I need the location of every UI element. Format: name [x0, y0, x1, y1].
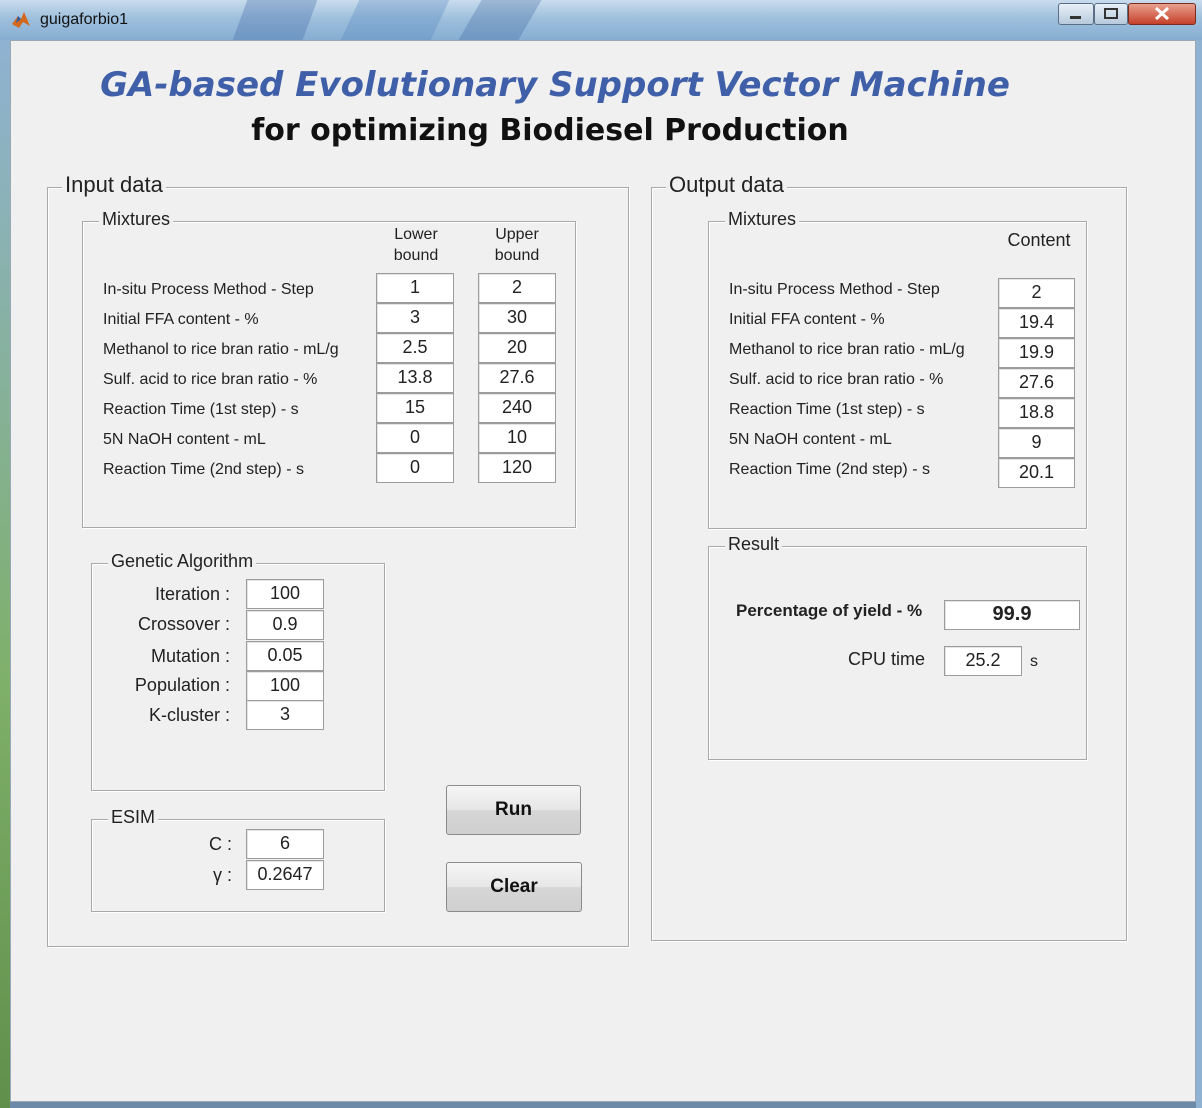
- close-icon: [1154, 6, 1170, 21]
- lower-bound-field[interactable]: 0: [376, 453, 454, 483]
- esim-group: ESIM: [91, 807, 385, 912]
- cpu-time-label: CPU time: [848, 649, 926, 669]
- crossover-field[interactable]: 0.9: [246, 610, 324, 640]
- minimize-icon: [1070, 16, 1081, 19]
- input-mixture-label: Sulf. acid to rice bran ratio - %: [103, 371, 318, 388]
- content-field[interactable]: 19.9: [998, 338, 1075, 368]
- upper-bound-field[interactable]: 240: [478, 393, 556, 423]
- titlebar-glass-decoration: [232, 0, 318, 40]
- titlebar-glass-decoration: [458, 0, 542, 40]
- yield-field[interactable]: 99.9: [944, 600, 1080, 630]
- content-header: Content: [1007, 230, 1071, 250]
- title-bar[interactable]: guigaforbio1: [0, 0, 1202, 40]
- content-field[interactable]: 19.4: [998, 308, 1075, 338]
- output-mixture-label: Reaction Time (1st step) - s: [729, 401, 925, 418]
- upper-bound-field[interactable]: 20: [478, 333, 556, 363]
- lower-bound-field[interactable]: 0: [376, 423, 454, 453]
- upper-bound-field[interactable]: 10: [478, 423, 556, 453]
- output-mixture-label: Reaction Time (2nd step) - s: [729, 461, 930, 478]
- population-label: Population :: [134, 675, 230, 695]
- maximize-icon: [1104, 8, 1118, 19]
- esim-title: ESIM: [108, 807, 159, 828]
- iteration-label: Iteration :: [154, 584, 230, 604]
- input-mixture-label: Reaction Time (2nd step) - s: [103, 461, 304, 478]
- clear-button[interactable]: Clear: [446, 862, 582, 912]
- window-title: guigaforbio1: [40, 11, 129, 28]
- lower-bound-field[interactable]: 15: [376, 393, 454, 423]
- yield-label: Percentage of yield - %: [736, 601, 923, 620]
- input-mixture-label: In-situ Process Method - Step: [103, 281, 314, 298]
- cpu-time-unit: s: [1030, 653, 1038, 670]
- output-mixture-label: Methanol to rice bran ratio - mL/g: [729, 341, 965, 358]
- close-button[interactable]: [1128, 3, 1196, 25]
- c-parameter-label: C :: [208, 834, 232, 854]
- mutation-label: Mutation :: [150, 646, 230, 666]
- upper-bound-field[interactable]: 2: [478, 273, 556, 303]
- matlab-icon: [12, 12, 30, 28]
- mutation-field[interactable]: 0.05: [246, 641, 324, 671]
- input-mixture-label: Initial FFA content - %: [103, 311, 259, 328]
- gamma-parameter-field[interactable]: 0.2647: [246, 860, 324, 890]
- run-button[interactable]: Run: [446, 785, 581, 835]
- output-mixtures-title: Mixtures: [725, 209, 800, 230]
- input-mixture-label: Reaction Time (1st step) - s: [103, 401, 299, 418]
- upper-bound-field[interactable]: 27.6: [478, 363, 556, 393]
- lower-bound-header: Lower bound: [393, 226, 439, 264]
- upper-bound-header: Upper bound: [494, 226, 540, 264]
- content-field[interactable]: 27.6: [998, 368, 1075, 398]
- result-title: Result: [725, 534, 783, 555]
- input-mixture-label: Methanol to rice bran ratio - mL/g: [103, 341, 339, 358]
- window-frame-right: [1196, 40, 1202, 1108]
- output-data-title: Output data: [666, 172, 787, 198]
- iteration-field[interactable]: 100: [246, 579, 324, 609]
- genetic-algorithm-title: Genetic Algorithm: [108, 551, 257, 572]
- input-mixture-label: 5N NaOH content - mL: [103, 431, 266, 448]
- lower-bound-field[interactable]: 2.5: [376, 333, 454, 363]
- upper-bound-field[interactable]: 30: [478, 303, 556, 333]
- crossover-label: Crossover :: [137, 614, 230, 634]
- output-mixture-label: Initial FFA content - %: [729, 311, 885, 328]
- content-field[interactable]: 20.1: [998, 458, 1075, 488]
- c-parameter-field[interactable]: 6: [246, 829, 324, 859]
- minimize-button[interactable]: [1058, 3, 1094, 25]
- population-field[interactable]: 100: [246, 671, 324, 701]
- app-heading-title: GA-based Evolutionary Support Vector Mac…: [100, 65, 1010, 105]
- upper-bound-field[interactable]: 120: [478, 453, 556, 483]
- cpu-time-field[interactable]: 25.2: [944, 646, 1022, 676]
- gamma-parameter-label: γ :: [212, 865, 232, 885]
- content-field[interactable]: 9: [998, 428, 1075, 458]
- input-data-title: Input data: [62, 172, 166, 198]
- k-cluster-label: K-cluster :: [148, 705, 230, 725]
- k-cluster-field[interactable]: 3: [246, 700, 324, 730]
- window-controls: [1058, 3, 1196, 25]
- titlebar-glass-decoration: [340, 0, 450, 40]
- window-frame-left: [0, 40, 10, 1108]
- lower-bound-field[interactable]: 1: [376, 273, 454, 303]
- output-mixture-label: 5N NaOH content - mL: [729, 431, 892, 448]
- output-mixture-label: In-situ Process Method - Step: [729, 281, 940, 298]
- lower-bound-field[interactable]: 13.8: [376, 363, 454, 393]
- input-mixtures-title: Mixtures: [99, 209, 174, 230]
- lower-bound-field[interactable]: 3: [376, 303, 454, 333]
- app-heading-subtitle: for optimizing Biodiesel Production: [251, 113, 849, 148]
- maximize-button[interactable]: [1094, 3, 1128, 25]
- output-mixture-label: Sulf. acid to rice bran ratio - %: [729, 371, 944, 388]
- content-field[interactable]: 18.8: [998, 398, 1075, 428]
- content-field[interactable]: 2: [998, 278, 1075, 308]
